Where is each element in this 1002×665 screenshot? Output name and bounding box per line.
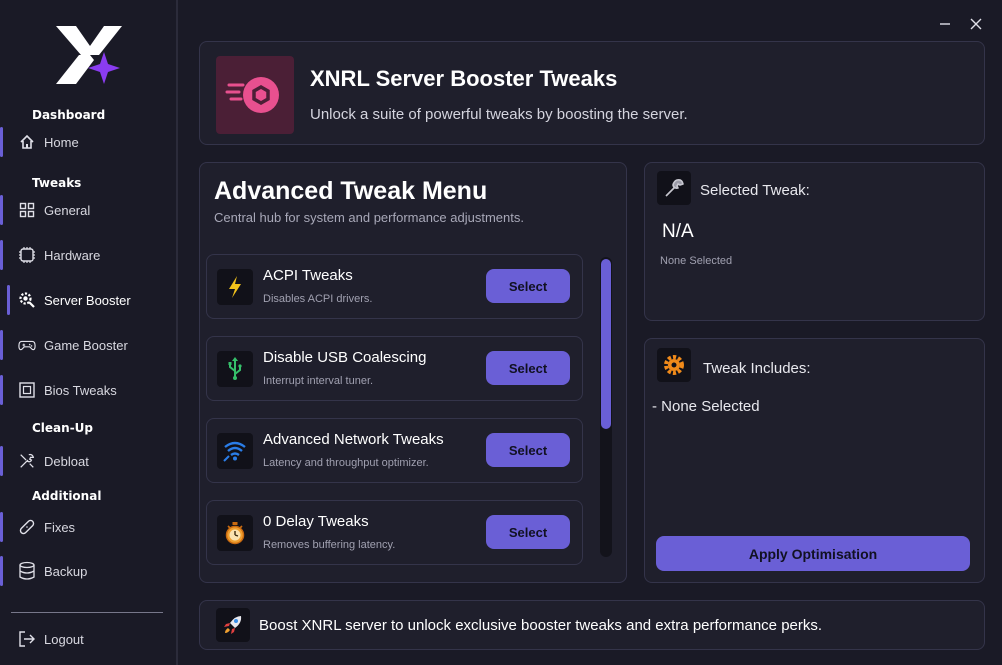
close-icon	[970, 18, 982, 30]
tweak-card: ACPI Tweaks Disables ACPI drivers. Selec…	[206, 254, 583, 319]
active-indicator	[0, 556, 3, 586]
tweak-description: Interrupt interval tuner.	[263, 375, 374, 387]
wifi-icon	[217, 433, 253, 469]
tweak-description: Disables ACPI drivers.	[263, 293, 373, 305]
gamepad-icon	[18, 336, 36, 354]
settings-gear-icon	[657, 348, 691, 382]
sidebar-item-debloat[interactable]: Debloat	[0, 444, 176, 478]
sidebar-item-home[interactable]: Home	[0, 125, 176, 159]
active-indicator	[0, 375, 3, 405]
page-subtitle: Unlock a suite of powerful tweaks by boo…	[310, 106, 688, 123]
active-indicator	[0, 240, 3, 270]
logout-icon	[18, 630, 36, 648]
sidebar-item-label: Home	[44, 134, 79, 150]
select-button[interactable]: Select	[486, 515, 570, 549]
header-panel: XNRL Server Booster Tweaks Unlock a suit…	[199, 41, 985, 145]
apply-optimisation-button[interactable]: Apply Optimisation	[656, 536, 970, 571]
section-additional: Additional	[32, 489, 102, 503]
home-icon	[18, 133, 36, 151]
sidebar-item-label: Bios Tweaks	[44, 382, 117, 398]
selected-tweak-status: None Selected	[660, 255, 733, 267]
tweak-description: Removes buffering latency.	[263, 539, 396, 551]
select-button[interactable]: Select	[486, 269, 570, 303]
sidebar-item-label: Debloat	[44, 453, 89, 469]
close-button[interactable]	[966, 14, 986, 34]
tweak-menu-panel: Advanced Tweak Menu Central hub for syst…	[199, 162, 627, 583]
sidebar-item-label: Fixes	[44, 519, 76, 535]
scrollbar[interactable]	[600, 257, 612, 557]
sidebar-item-label: General	[44, 202, 91, 218]
wrench-icon	[657, 171, 691, 205]
select-button[interactable]: Select	[486, 433, 570, 467]
footer-panel: Boost XNRL server to unlock exclusive bo…	[199, 600, 985, 650]
active-indicator	[0, 195, 3, 225]
section-tweaks: Tweaks	[32, 176, 82, 190]
gear-search-icon	[18, 291, 36, 309]
selected-tweak-title: Selected Tweak:	[700, 182, 810, 199]
logout-button[interactable]: Logout	[0, 622, 176, 656]
sidebar-item-fixes[interactable]: Fixes	[0, 510, 176, 544]
booster-logo	[216, 56, 294, 134]
tweak-title: ACPI Tweaks	[263, 267, 353, 284]
sidebar-item-hardware[interactable]: Hardware	[0, 238, 176, 272]
sidebar-item-game-booster[interactable]: Game Booster	[0, 328, 176, 362]
sidebar-item-label: Server Booster	[44, 292, 131, 308]
tweak-description: Latency and throughput optimizer.	[263, 457, 429, 469]
sidebar-item-label: Game Booster	[44, 337, 128, 353]
chip-icon	[18, 246, 36, 264]
tweak-includes-title: Tweak Includes:	[703, 360, 811, 377]
select-button[interactable]: Select	[486, 351, 570, 385]
grid-icon	[18, 201, 36, 219]
usb-icon	[217, 351, 253, 387]
section-dashboard: Dashboard	[32, 108, 106, 122]
sidebar-item-backup[interactable]: Backup	[0, 554, 176, 588]
database-icon	[18, 561, 36, 580]
active-indicator	[7, 285, 10, 315]
sidebar-item-bios-tweaks[interactable]: Bios Tweaks	[0, 373, 176, 407]
active-indicator	[0, 330, 3, 360]
menu-title: Advanced Tweak Menu	[214, 177, 488, 205]
sidebar: Dashboard Home Tweaks General Hardware S…	[0, 0, 178, 665]
tweak-title: Disable USB Coalescing	[263, 349, 427, 366]
logout-label: Logout	[44, 631, 84, 647]
tweak-card: 0 Delay Tweaks Removes buffering latency…	[206, 500, 583, 565]
footer-message: Boost XNRL server to unlock exclusive bo…	[259, 617, 823, 634]
app-logo	[54, 24, 126, 88]
tweak-includes-item: - None Selected	[652, 398, 760, 415]
sidebar-divider	[11, 612, 163, 613]
bios-chip-icon	[18, 381, 36, 399]
tweak-card: Disable USB Coalescing Interrupt interva…	[206, 336, 583, 401]
tweak-title: Advanced Network Tweaks	[263, 431, 444, 448]
sidebar-item-general[interactable]: General	[0, 193, 176, 227]
lightning-icon	[217, 269, 253, 305]
selected-tweak-value: N/A	[662, 221, 694, 242]
sidebar-item-label: Hardware	[44, 247, 101, 263]
bandage-icon	[18, 518, 36, 536]
tweak-includes-panel: Tweak Includes: - None Selected Apply Op…	[644, 338, 985, 583]
menu-subtitle: Central hub for system and performance a…	[214, 210, 524, 225]
rocket-icon	[216, 608, 250, 642]
scrollbar-thumb[interactable]	[601, 259, 611, 429]
speed-ring-icon	[225, 77, 279, 113]
tweak-card: Advanced Network Tweaks Latency and thro…	[206, 418, 583, 483]
minimize-button[interactable]	[935, 14, 955, 34]
active-indicator	[0, 446, 3, 476]
tools-icon	[18, 452, 36, 470]
sidebar-item-label: Backup	[44, 563, 88, 579]
page-title: XNRL Server Booster Tweaks	[310, 66, 618, 91]
tweak-title: 0 Delay Tweaks	[263, 513, 369, 530]
sidebar-item-server-booster[interactable]: Server Booster	[0, 283, 176, 317]
section-cleanup: Clean-Up	[32, 421, 94, 435]
selected-tweak-panel: Selected Tweak: N/A None Selected	[644, 162, 985, 321]
active-indicator	[0, 127, 3, 157]
active-indicator	[0, 512, 3, 542]
stopwatch-icon	[217, 515, 253, 551]
